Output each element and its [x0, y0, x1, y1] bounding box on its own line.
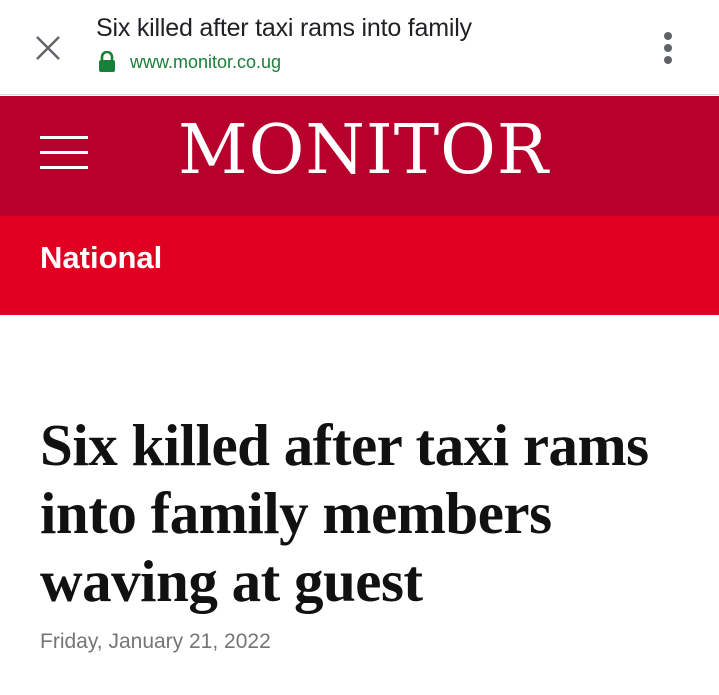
close-button[interactable] — [28, 28, 68, 68]
browser-top-bar: Six killed after taxi rams into family w… — [0, 0, 719, 95]
more-vert-icon-dot — [664, 44, 672, 52]
hamburger-icon[interactable] — [40, 136, 88, 170]
more-vert-icon-dot — [664, 56, 672, 64]
url-row[interactable]: www.monitor.co.ug — [98, 50, 281, 74]
site-masthead: MONITOR — [0, 96, 719, 216]
more-vert-icon — [664, 32, 672, 40]
section-label[interactable]: National — [40, 240, 162, 276]
site-logo[interactable]: MONITOR — [178, 117, 549, 185]
url-text: www.monitor.co.ug — [130, 51, 282, 72]
article-date: Friday, January 21, 2022 — [40, 630, 271, 653]
page-title: Six killed after taxi rams into family — [96, 14, 472, 42]
section-bar: National — [0, 216, 719, 315]
overflow-menu-button[interactable] — [652, 26, 684, 70]
article-headline: Six killed after taxi rams into family m… — [40, 412, 649, 614]
close-icon — [36, 36, 60, 60]
lock-icon — [99, 51, 115, 72]
